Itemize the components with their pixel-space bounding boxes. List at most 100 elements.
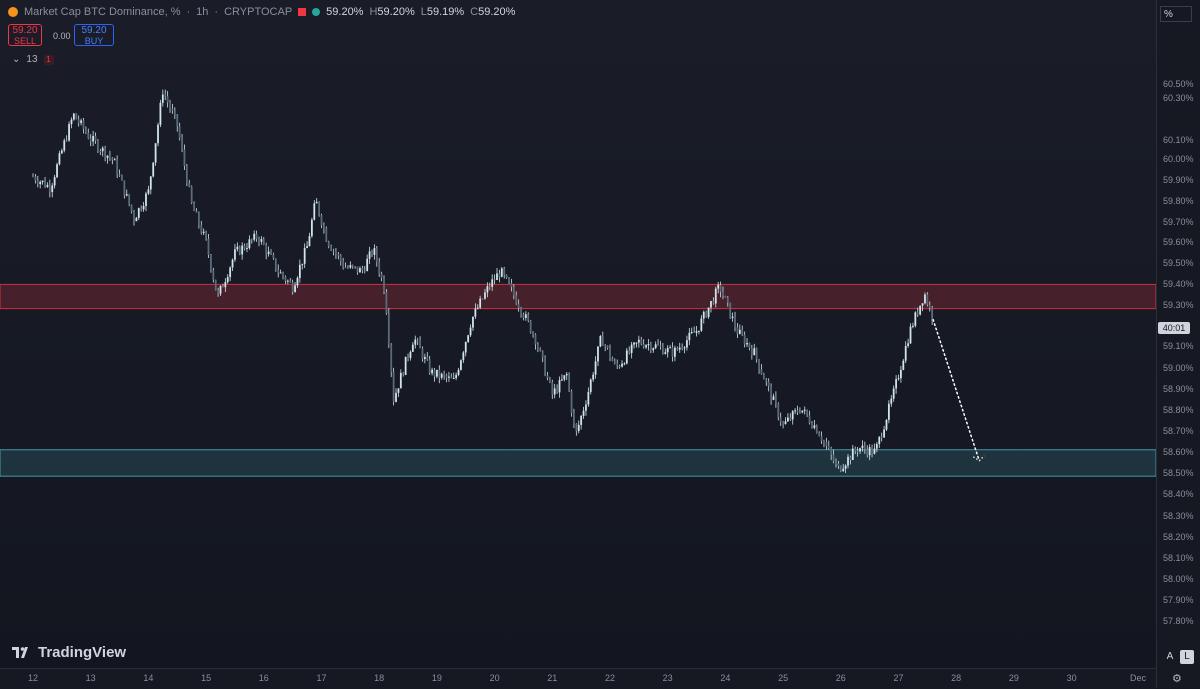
candle-body (82, 120, 85, 129)
candle-body (772, 396, 775, 400)
candle-body (505, 274, 508, 278)
candle-body (315, 201, 318, 204)
candle-body (284, 276, 287, 281)
candle-body (450, 376, 453, 379)
candle-body (193, 203, 195, 211)
candle-body (921, 303, 924, 306)
candle-body (145, 193, 147, 207)
candle-body (152, 162, 155, 177)
candle-body (652, 348, 655, 351)
candle-body (866, 449, 869, 456)
candle-body (585, 404, 587, 411)
flag-icon[interactable] (298, 8, 307, 16)
bitcoin-icon (8, 7, 18, 17)
candle-body (77, 119, 80, 124)
candle-body (924, 294, 926, 304)
time-tick-label: 16 (258, 673, 269, 683)
candle-body (60, 150, 63, 154)
candle-body (416, 339, 419, 341)
candle-body (335, 250, 337, 254)
indicators-toggle[interactable]: ⌄ 13 1 (12, 54, 54, 65)
time-tick-label: 14 (143, 673, 154, 683)
candle-body (135, 217, 138, 222)
log-scale-button[interactable]: L (1180, 650, 1194, 664)
price-tick-label: 60.50% (1163, 79, 1194, 89)
settings-icon[interactable]: ⚙ (1172, 672, 1182, 685)
buy-button[interactable]: 59.20 BUY (74, 24, 114, 46)
candle-body (222, 285, 224, 288)
price-tick-label: 59.00% (1163, 363, 1194, 373)
candle-body (476, 307, 479, 309)
candle-body (407, 356, 409, 358)
candle-body (767, 381, 770, 387)
time-tick-label: 23 (662, 673, 673, 683)
candle-body (63, 140, 66, 151)
candle-body (625, 350, 628, 364)
candle-body (197, 212, 200, 225)
candle-body (553, 388, 556, 395)
candle-body (356, 266, 359, 273)
candle-body (500, 268, 503, 277)
candle-body (65, 140, 68, 142)
candle-body (272, 254, 275, 259)
candle-body (330, 246, 333, 251)
candle-body (561, 379, 563, 381)
candle-body (575, 423, 578, 432)
candle-body (486, 286, 489, 293)
time-tick-label: 13 (85, 673, 96, 683)
candle-body (743, 334, 746, 345)
candle-body (383, 277, 385, 293)
candle-body (212, 270, 215, 280)
candle-body (594, 361, 597, 375)
candle-body (371, 251, 373, 255)
candle-body (914, 312, 917, 326)
candle-body (462, 352, 465, 361)
candle-body (520, 308, 522, 315)
candle-body (337, 253, 340, 256)
time-tick-label: Dec (1129, 673, 1147, 683)
tradingview-logo[interactable]: TradingView (12, 644, 126, 661)
close-value: 59.20% (478, 6, 516, 18)
candle-body (411, 344, 414, 352)
candle-body (404, 356, 407, 375)
candle-body (702, 311, 705, 319)
time-tick-label: 27 (893, 673, 904, 683)
candle-body (686, 340, 688, 348)
price-tick-label: 58.50% (1163, 468, 1194, 478)
candle-body (611, 358, 614, 362)
candle-body (169, 102, 171, 109)
candle-body (907, 343, 910, 347)
auto-scale-button[interactable]: A (1163, 650, 1177, 664)
candle-body (176, 114, 179, 127)
candle-body (359, 268, 361, 273)
spread-value: 0.00 (53, 31, 71, 41)
candle-body (861, 445, 864, 449)
candle-body (97, 140, 99, 152)
price-tick-label: 57.90% (1163, 595, 1194, 605)
candle-body (32, 176, 34, 178)
open-value: 59.20% (326, 6, 364, 18)
percent-scale-button[interactable]: % (1160, 6, 1192, 22)
candle-body (683, 347, 686, 349)
candle-body (794, 410, 797, 412)
candle-body (147, 189, 150, 194)
candle-body (909, 326, 912, 344)
candle-body (159, 102, 162, 125)
symbol-header[interactable]: Market Cap BTC Dominance, % · 1h · CRYPT… (8, 6, 515, 18)
time-tick-label: 12 (27, 673, 39, 683)
candle-body (722, 291, 724, 296)
candle-body (479, 298, 482, 308)
candle-body (606, 345, 609, 348)
candle-body (900, 369, 902, 379)
candle-body (378, 262, 381, 274)
candle-body (104, 147, 107, 159)
time-axis[interactable] (0, 668, 1156, 689)
separator: · (214, 6, 219, 18)
price-tick-label: 57.80% (1163, 616, 1194, 626)
candle-body (508, 277, 510, 284)
candle-body (582, 410, 585, 416)
candle-body (664, 352, 667, 354)
sell-button[interactable]: 59.20 SELL (8, 24, 42, 46)
candle-body (758, 359, 760, 370)
candle-body (113, 159, 116, 161)
